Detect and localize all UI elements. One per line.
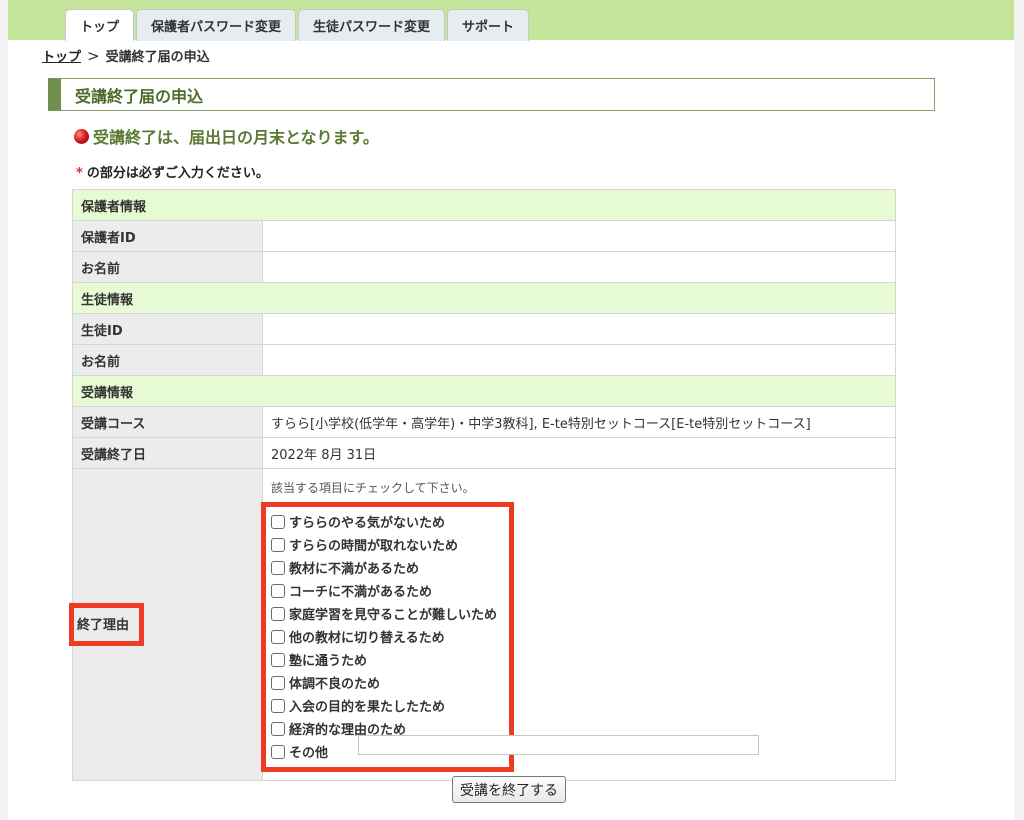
course-group-row: 受講情報 (72, 375, 896, 407)
reason-option[interactable]: 他の教材に切り替えるため (271, 625, 497, 648)
student-name-label: お名前 (72, 344, 263, 376)
checkbox[interactable] (271, 675, 285, 690)
reason-value-cell: 該当する項目にチェックして下さい。 すららのやる気がないため すららの時間が取れ… (261, 468, 896, 781)
reason-option-label: 塾に通うため (289, 654, 368, 669)
checkbox[interactable] (271, 629, 285, 644)
tab-support[interactable]: サポート (447, 9, 530, 41)
student-name-row: お名前 (72, 344, 896, 376)
other-reason-input[interactable] (358, 735, 759, 755)
reason-option-label: コーチに不満があるため (289, 585, 433, 600)
reason-option-label: 入会の目的を果たしたため (289, 700, 446, 715)
guardian-group-header: 保護者情報 (72, 189, 896, 221)
guardian-name-label: お名前 (72, 251, 263, 283)
breadcrumb: トップ > 受講終了届の申込 (42, 46, 210, 66)
end-date-value: 2022年 8月 31日 (262, 437, 896, 469)
course-label: 受講コース (72, 406, 263, 438)
checkbox[interactable] (271, 583, 285, 598)
reason-option[interactable]: 体調不良のため (271, 671, 497, 694)
reason-option[interactable]: 教材に不満があるため (271, 556, 497, 579)
reason-option-label: 家庭学習を見守ることが難しいため (289, 608, 498, 623)
reason-option[interactable]: 入会の目的を果たしたため (271, 694, 497, 717)
guardian-id-value (262, 220, 896, 252)
masked-area (263, 345, 423, 375)
student-name-value (262, 344, 896, 376)
breadcrumb-separator: > (87, 46, 100, 65)
checkbox[interactable] (271, 606, 285, 621)
tab-top[interactable]: トップ (65, 9, 135, 41)
breadcrumb-home-link[interactable]: トップ (42, 46, 81, 65)
guardian-id-label: 保護者ID (72, 220, 263, 252)
masked-area (263, 314, 423, 344)
end-date-row: 受講終了日 2022年 8月 31日 (72, 437, 896, 469)
guardian-name-row: お名前 (72, 251, 896, 283)
notice-message: 受講終了は、届出日の月末となります。 (74, 124, 379, 148)
required-note: * の部分は必ずご入力ください。 (76, 162, 269, 181)
required-asterisk: * (76, 166, 83, 181)
student-id-label: 生徒ID (72, 313, 263, 345)
end-date-label: 受講終了日 (72, 437, 263, 469)
reason-label-highlight: 終了理由 (69, 603, 145, 646)
course-group-header: 受講情報 (72, 375, 896, 407)
reason-label-cell: 終了理由 (69, 468, 263, 781)
reason-checklist-highlight: すららのやる気がないため すららの時間が取れないため 教材に不満があるため コー… (261, 502, 515, 772)
end-course-button[interactable]: 受講を終了する (452, 776, 566, 803)
reason-option[interactable]: すららのやる気がないため (271, 510, 497, 533)
guardian-id-row: 保護者ID (72, 220, 896, 252)
masked-area (263, 252, 423, 282)
tab-guardian-password[interactable]: 保護者パスワード変更 (136, 9, 297, 41)
reason-label: 終了理由 (77, 618, 130, 633)
reason-option-label: すららのやる気がないため (289, 516, 446, 531)
checkbox[interactable] (271, 514, 285, 529)
checkbox[interactable] (271, 537, 285, 552)
red-bullet-icon (74, 128, 89, 144)
page: トップ 保護者パスワード変更 生徒パスワード変更 サポート トップ > 受講終了… (8, 0, 1014, 820)
breadcrumb-current: 受講終了届の申込 (105, 50, 210, 65)
reason-option-label: その他 (289, 746, 329, 761)
reason-option-label: すららの時間が取れないため (289, 539, 459, 554)
guardian-group-row: 保護者情報 (72, 189, 896, 221)
checkbox[interactable] (271, 698, 285, 713)
student-id-value (262, 313, 896, 345)
reason-instruction: 該当する項目にチェックして下さい。 (271, 481, 475, 495)
required-note-text: の部分は必ずご入力ください。 (86, 166, 269, 181)
course-row: 受講コース すらら[小学校(低学年・高学年)・中学3教科], E-te特別セット… (72, 406, 896, 438)
checkbox[interactable] (271, 652, 285, 667)
checkbox[interactable] (271, 560, 285, 575)
checkbox[interactable] (271, 744, 285, 759)
masked-area (263, 221, 423, 251)
tab-student-password[interactable]: 生徒パスワード変更 (298, 9, 446, 41)
guardian-name-value (262, 251, 896, 283)
checkbox[interactable] (271, 721, 285, 736)
student-group-header: 生徒情報 (72, 282, 896, 314)
reason-option[interactable]: すららの時間が取れないため (271, 533, 497, 556)
student-group-row: 生徒情報 (72, 282, 896, 314)
reason-option-label: 体調不良のため (289, 677, 381, 692)
reason-option[interactable]: コーチに不満があるため (271, 579, 497, 602)
notice-text: 受講終了は、届出日の月末となります。 (93, 128, 379, 147)
reason-option-label: 教材に不満があるため (289, 562, 420, 577)
tab-bar: トップ 保護者パスワード変更 生徒パスワード変更 サポート (65, 9, 530, 41)
course-value: すらら[小学校(低学年・高学年)・中学3教科], E-te特別セットコース[E-… (262, 406, 896, 438)
reason-option[interactable]: 塾に通うため (271, 648, 497, 671)
reason-option-label: 他の教材に切り替えるため (289, 631, 445, 646)
page-title: 受講終了届の申込 (48, 78, 935, 111)
form-table: 保護者情報 保護者ID お名前 生徒情報 生徒ID お名前 受講情報 受講コース… (69, 189, 896, 781)
reason-option[interactable]: 家庭学習を見守ることが難しいため (271, 602, 497, 625)
student-id-row: 生徒ID (72, 313, 896, 345)
reason-row: 終了理由 該当する項目にチェックして下さい。 すららのやる気がないため すららの… (69, 468, 896, 781)
